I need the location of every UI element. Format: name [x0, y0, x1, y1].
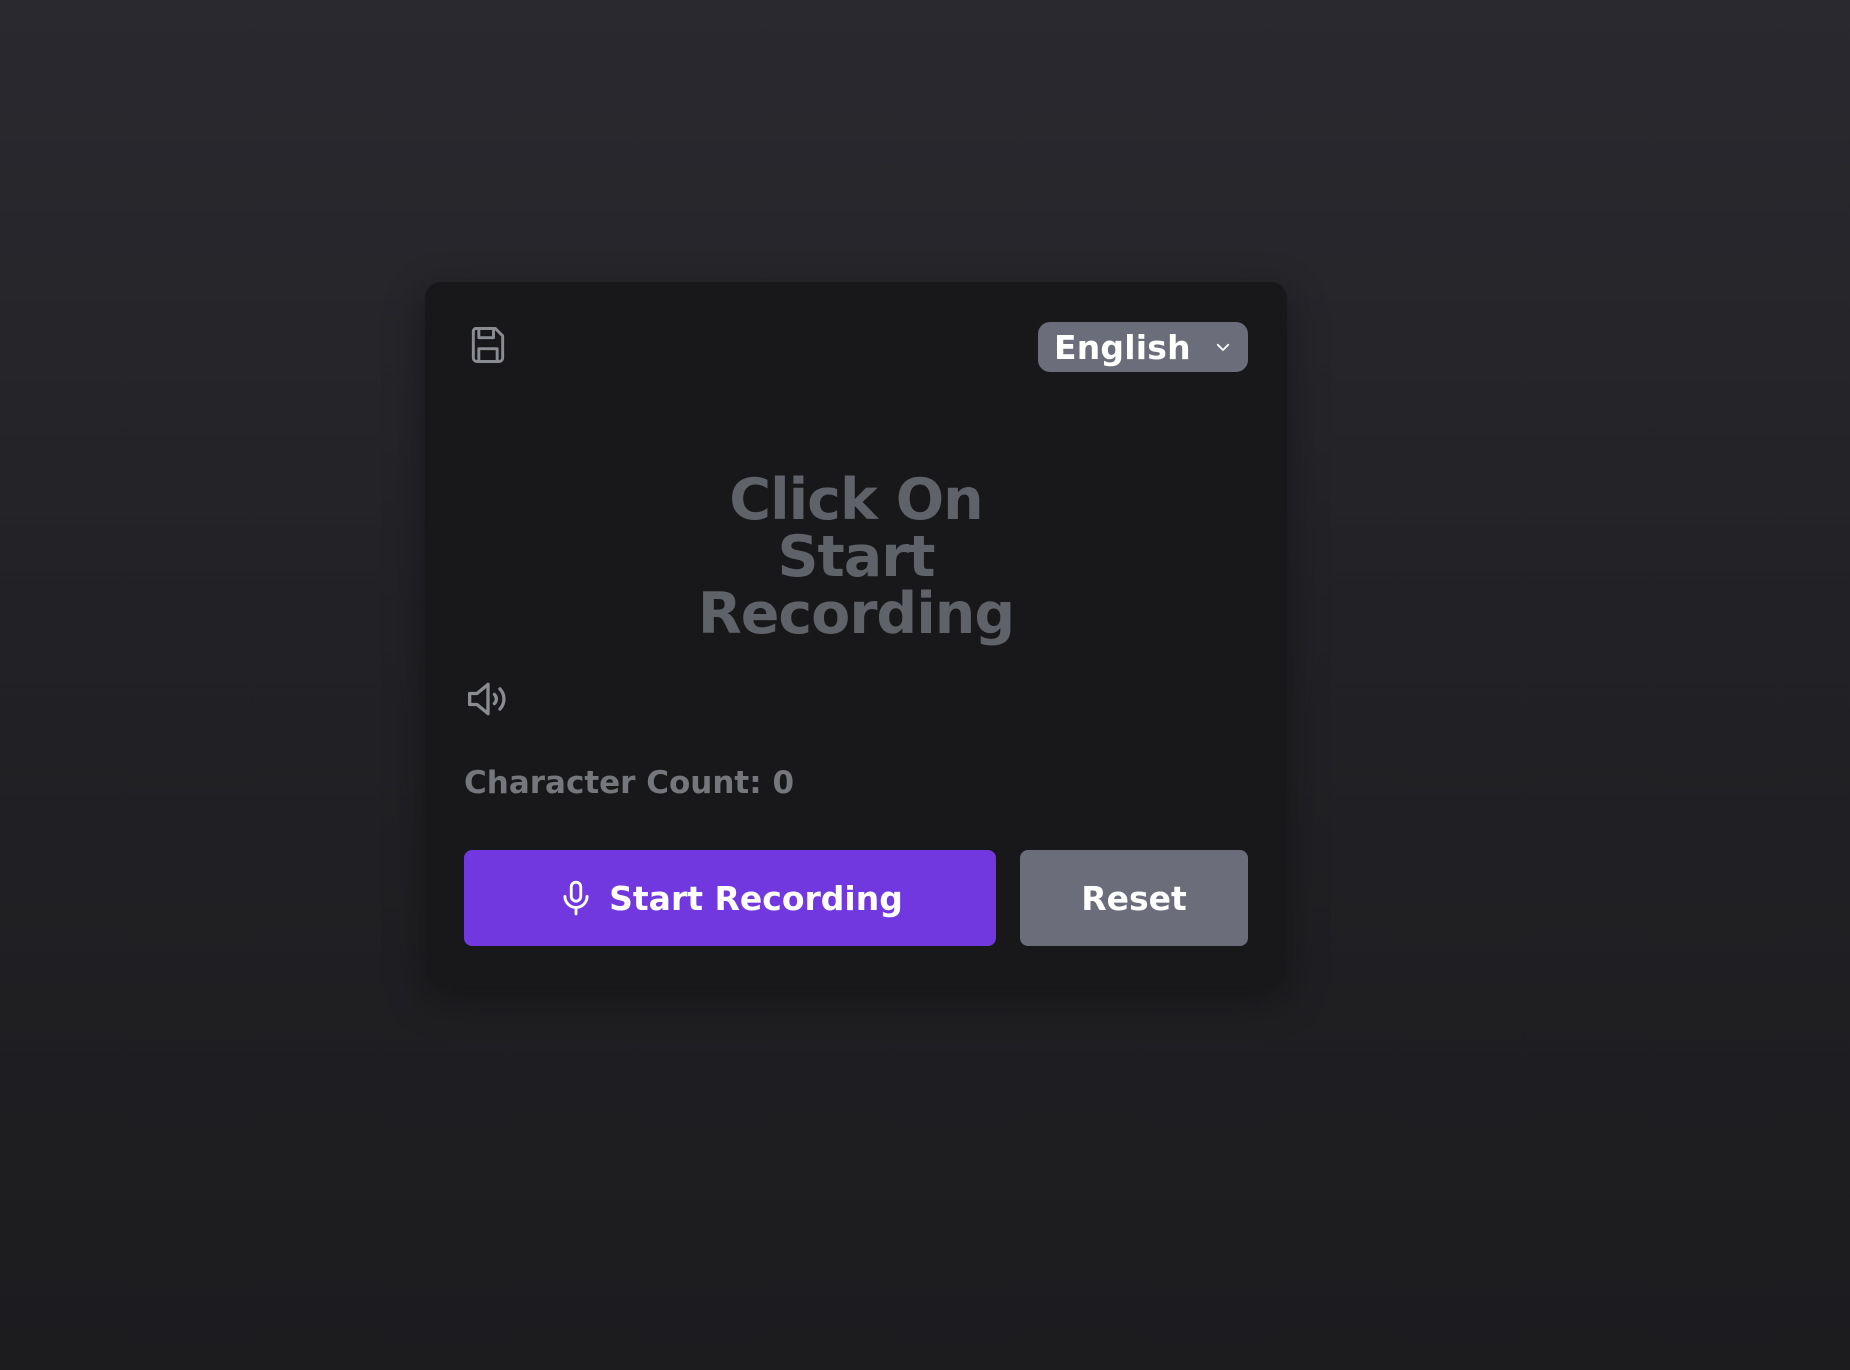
- language-select-value: English: [1054, 327, 1191, 367]
- start-recording-label: Start Recording: [609, 878, 903, 918]
- transcript-placeholder-line: Recording: [697, 581, 1015, 647]
- transcript-placeholder-line: Click On: [729, 467, 983, 533]
- transcript-placeholder: Click On Start Recording: [425, 472, 1287, 643]
- speaker-icon: [468, 682, 506, 716]
- reset-label: Reset: [1081, 878, 1187, 918]
- save-button[interactable]: [465, 322, 511, 368]
- transcript-placeholder-line: Start: [777, 524, 935, 590]
- microphone-icon: [563, 880, 589, 916]
- character-count: Character Count: 0: [464, 765, 795, 801]
- chevron-down-icon: [1216, 343, 1230, 351]
- start-recording-button[interactable]: Start Recording: [464, 850, 996, 946]
- speak-text-button[interactable]: [463, 676, 513, 722]
- reset-button[interactable]: Reset: [1020, 850, 1248, 946]
- save-icon: [471, 327, 505, 363]
- language-select[interactable]: English: [1038, 322, 1248, 372]
- speech-to-text-card: English Click On Start Recording Charact…: [425, 282, 1287, 986]
